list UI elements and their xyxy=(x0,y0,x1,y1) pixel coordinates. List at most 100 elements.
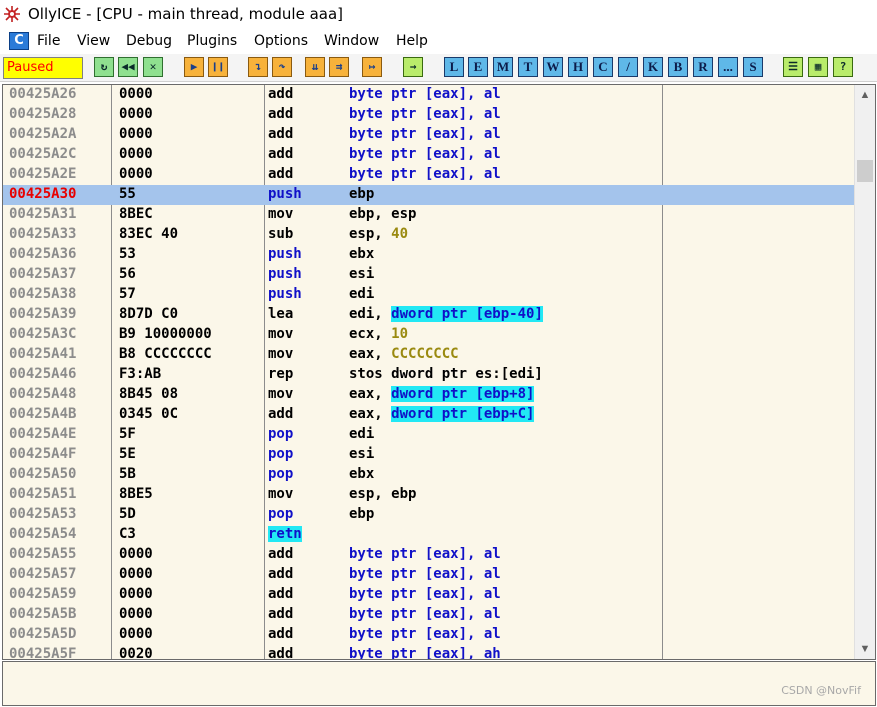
hex-dump-cell: 5E xyxy=(119,446,136,462)
operands-cell: byte ptr [eax], al xyxy=(349,106,501,122)
run-trace-window-button[interactable]: ... xyxy=(718,57,738,77)
menu-debug[interactable]: Debug xyxy=(126,33,172,49)
operands-cell: edi xyxy=(349,286,374,302)
operands-cell: ebp, esp xyxy=(349,206,416,222)
mnemonic-cell: mov xyxy=(268,486,294,502)
disasm-row[interactable]: 00425A46 F3:AB rep stos dword ptr es:[edi] xyxy=(3,365,855,385)
disasm-row[interactable]: 00425A59 0000 add byte ptr [eax], al xyxy=(3,585,855,605)
disasm-row[interactable]: 00425A53 5D pop ebp xyxy=(3,505,855,525)
address-cell: 00425A37 xyxy=(9,266,77,282)
disasm-row[interactable]: 00425A5D 0000 add byte ptr [eax], al xyxy=(3,625,855,645)
address-cell: 00425A2A xyxy=(9,126,77,142)
disasm-row[interactable]: 00425A36 53 push ebx xyxy=(3,245,855,265)
scroll-up-icon[interactable]: ▲ xyxy=(855,85,875,105)
ollydbg-bug-icon xyxy=(4,6,20,22)
disasm-row[interactable]: 00425A55 0000 add byte ptr [eax], al xyxy=(3,545,855,565)
disasm-row[interactable]: 00425A4F 5E pop esi xyxy=(3,445,855,465)
hex-dump-cell: 0345 0C xyxy=(119,406,179,422)
disasm-row[interactable]: 00425A38 57 push edi xyxy=(3,285,855,305)
disasm-row[interactable]: 00425A5B 0000 add byte ptr [eax], al xyxy=(3,605,855,625)
cpu-window-icon[interactable]: C xyxy=(9,32,29,50)
address-cell: 00425A28 xyxy=(9,106,77,122)
breakpoints-window-button[interactable]: B xyxy=(668,57,688,77)
operand-segment: ebx xyxy=(349,246,375,262)
menu-options[interactable]: Options xyxy=(254,33,308,49)
list-icon[interactable]: ☰ xyxy=(783,57,803,77)
address-cell: 00425A31 xyxy=(9,206,77,222)
trace-into-icon[interactable]: ⇊ xyxy=(305,57,325,77)
disasm-row[interactable]: 00425A33 83EC 40 sub esp, 40 xyxy=(3,225,855,245)
go-to-origin-icon[interactable]: → xyxy=(403,57,423,77)
execute-till-return-icon[interactable]: ↦ xyxy=(362,57,382,77)
pause-icon[interactable]: ❙❙ xyxy=(208,57,228,77)
disasm-row[interactable]: 00425A41 B8 CCCCCCCC mov eax, CCCCCCCC xyxy=(3,345,855,365)
step-into-icon[interactable]: ↴ xyxy=(248,57,268,77)
disasm-row[interactable]: 00425A57 0000 add byte ptr [eax], al xyxy=(3,565,855,585)
modules-window-button[interactable]: E xyxy=(468,57,488,77)
operand-segment: esi xyxy=(349,266,375,282)
disasm-row[interactable]: 00425A2A 0000 add byte ptr [eax], al xyxy=(3,125,855,145)
disasm-row[interactable]: 00425A31 8BEC mov ebp, esp xyxy=(3,205,855,225)
hex-dump-cell: 55 xyxy=(119,186,136,202)
disasm-row[interactable]: 00425A30 55 push ebp xyxy=(3,185,855,205)
mnemonic-cell: push xyxy=(268,286,302,302)
disassembly-pane[interactable]: 00425A26 0000 add byte ptr [eax], al 00425A2… xyxy=(2,84,876,660)
vertical-scrollbar[interactable]: ▲ ▼ xyxy=(854,85,875,659)
help-icon[interactable]: ? xyxy=(833,57,853,77)
trace-over-icon[interactable]: ⇉ xyxy=(329,57,349,77)
disasm-row[interactable]: 00425A3C B9 10000000 mov ecx, 10 xyxy=(3,325,855,345)
open-icon[interactable]: ↻ xyxy=(94,57,114,77)
disasm-row[interactable]: 00425A54 C3 retn xyxy=(3,525,855,545)
mnemonic-cell: add xyxy=(268,626,294,642)
call-stack-window-button[interactable]: K xyxy=(643,57,663,77)
operands-cell: byte ptr [eax], al xyxy=(349,566,501,582)
windows-window-button[interactable]: W xyxy=(543,57,563,77)
mnemonic-cell: retn xyxy=(268,526,302,542)
disasm-row[interactable]: 00425A50 5B pop ebx xyxy=(3,465,855,485)
scroll-down-icon[interactable]: ▼ xyxy=(855,639,875,659)
menu-help[interactable]: Help xyxy=(396,33,428,49)
mnemonic-cell: lea xyxy=(268,306,294,322)
restart-icon[interactable]: ◀◀ xyxy=(118,57,138,77)
disasm-row[interactable]: 00425A4E 5F pop edi xyxy=(3,425,855,445)
disasm-row[interactable]: 00425A4B 0345 0C add eax, dword ptr [ebp+C] xyxy=(3,405,855,425)
disasm-row[interactable]: 00425A5F 0020 add byte ptr [eax], ah xyxy=(3,645,855,659)
source-window-button[interactable]: S xyxy=(743,57,763,77)
threads-window-button[interactable]: T xyxy=(518,57,538,77)
operand-segment: eax, xyxy=(349,406,392,422)
disasm-row[interactable]: 00425A37 56 push esi xyxy=(3,265,855,285)
memory-window-button[interactable]: M xyxy=(493,57,513,77)
operands-cell: eax, dword ptr [ebp+8] xyxy=(349,386,535,402)
grid-icon[interactable]: ▦ xyxy=(808,57,828,77)
hex-dump-cell: 5B xyxy=(119,466,136,482)
disasm-row[interactable]: 00425A26 0000 add byte ptr [eax], al xyxy=(3,85,855,105)
run-icon[interactable]: ▶ xyxy=(184,57,204,77)
cpu-window-button[interactable]: C xyxy=(593,57,613,77)
address-cell: 00425A4F xyxy=(9,446,77,462)
disasm-row[interactable]: 00425A51 8BE5 mov esp, ebp xyxy=(3,485,855,505)
disasm-row[interactable]: 00425A28 0000 add byte ptr [eax], al xyxy=(3,105,855,125)
info-pane[interactable]: CSDN @NovFif xyxy=(2,661,876,706)
step-over-icon[interactable]: ↷ xyxy=(272,57,292,77)
address-cell: 00425A57 xyxy=(9,566,77,582)
operand-segment: byte ptr [eax], al xyxy=(349,86,501,102)
disasm-row[interactable]: 00425A48 8B45 08 mov eax, dword ptr [ebp+8] xyxy=(3,385,855,405)
patches-window-button[interactable]: / xyxy=(618,57,638,77)
menu-plugins[interactable]: Plugins xyxy=(187,33,237,49)
operand-segment: byte ptr [eax], al xyxy=(349,166,501,182)
menu-view[interactable]: View xyxy=(77,33,110,49)
references-window-button[interactable]: R xyxy=(693,57,713,77)
operands-cell: eax, dword ptr [ebp+C] xyxy=(349,406,535,422)
menu-file[interactable]: File xyxy=(37,33,60,49)
disasm-row[interactable]: 00425A2E 0000 add byte ptr [eax], al xyxy=(3,165,855,185)
disasm-row[interactable]: 00425A39 8D7D C0 lea edi, dword ptr [ebp-40… xyxy=(3,305,855,325)
menu-window[interactable]: Window xyxy=(324,33,379,49)
address-cell: 00425A26 xyxy=(9,86,77,102)
close-icon[interactable]: ✕ xyxy=(143,57,163,77)
disasm-row[interactable]: 00425A2C 0000 add byte ptr [eax], al xyxy=(3,145,855,165)
log-window-button[interactable]: L xyxy=(444,57,464,77)
handles-window-button[interactable]: H xyxy=(568,57,588,77)
scroll-thumb[interactable] xyxy=(857,160,873,182)
hex-dump-cell: 8BEC xyxy=(119,206,153,222)
mnemonic-cell: sub xyxy=(268,226,294,242)
